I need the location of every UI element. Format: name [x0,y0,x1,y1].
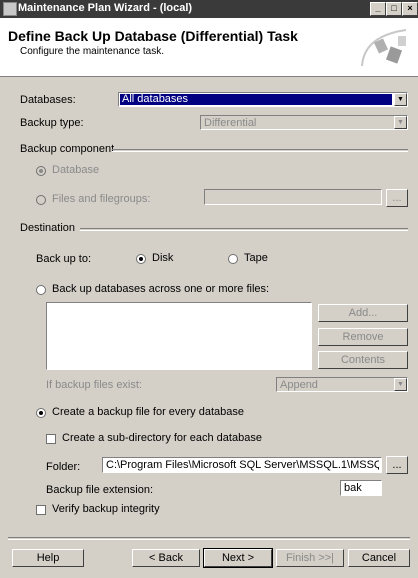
remove-button[interactable]: Remove [318,328,408,346]
database-radio[interactable] [36,166,46,176]
page-title: Define Back Up Database (Differential) T… [8,28,298,44]
files-filegroups-field[interactable] [204,189,382,205]
add-button[interactable]: Add... [318,304,408,322]
footer-divider [8,537,410,540]
tape-radio[interactable] [228,254,238,264]
folder-label: Folder: [46,461,81,473]
back-button[interactable]: < Back [132,549,200,567]
if-exist-value: Append [280,379,318,391]
extension-label: Backup file extension: [46,484,154,496]
backup-type-value: Differential [204,117,257,129]
verify-checkbox[interactable] [36,505,46,515]
if-exist-label: If backup files exist: [46,379,142,391]
per-database-label: Create a backup file for every database [52,406,245,418]
page-subtitle: Configure the maintenance task. [20,46,164,57]
backup-type-combo[interactable]: Differential ▼ [200,115,408,130]
folder-field[interactable]: C:\Program Files\Microsoft SQL Server\MS… [102,457,382,473]
backup-component-label: Backup component [20,143,115,155]
wizard-header: Define Back Up Database (Differential) T… [0,18,418,77]
section-divider [80,228,408,231]
section-divider [112,149,408,152]
subdir-checkbox[interactable] [46,434,56,444]
disk-label: Disk [152,252,174,264]
app-icon [3,2,17,16]
wizard-logo-icon [361,29,407,67]
backup-files-list[interactable] [46,302,312,370]
close-button[interactable]: × [402,2,418,16]
verify-label: Verify backup integrity [52,503,160,515]
extension-field[interactable]: bak [340,480,382,496]
if-exist-combo[interactable]: Append ▼ [276,377,408,392]
files-filegroups-radio[interactable] [36,195,46,205]
chevron-down-icon: ▼ [394,116,407,129]
back-up-to-label: Back up to: [36,253,92,265]
title-bar: Maintenance Plan Wizard - (local) _ □ × [0,0,418,18]
databases-label: Databases: [20,94,76,106]
maximize-button[interactable]: □ [386,2,402,16]
finish-button[interactable]: Finish >>| [276,549,344,567]
contents-button[interactable]: Contents [318,351,408,369]
across-files-radio[interactable] [36,285,46,295]
extension-value: bak [344,482,362,494]
chevron-down-icon: ▼ [394,378,407,391]
chevron-down-icon[interactable]: ▼ [394,93,407,106]
folder-browse-button[interactable]: ... [386,456,408,474]
per-database-radio[interactable] [36,408,46,418]
folder-value: C:\Program Files\Microsoft SQL Server\MS… [106,459,379,471]
disk-radio[interactable] [136,254,146,264]
databases-value: All databases [120,94,392,105]
database-radio-label: Database [52,164,100,176]
cancel-button[interactable]: Cancel [348,549,410,567]
backup-type-label: Backup type: [20,117,84,129]
databases-combo[interactable]: All databases ▼ [118,92,408,107]
across-files-label: Back up databases across one or more fil… [52,283,270,295]
files-filegroups-label: Files and filegroups: [52,193,151,205]
files-browse-button[interactable]: ... [386,189,408,207]
help-button[interactable]: Help [12,549,84,567]
window-title: Maintenance Plan Wizard - (local) [18,2,193,14]
tape-label: Tape [244,252,268,264]
minimize-button[interactable]: _ [370,2,386,16]
destination-label: Destination [20,222,76,234]
subdir-label: Create a sub-directory for each database [62,432,262,444]
next-button[interactable]: Next > [203,548,273,568]
